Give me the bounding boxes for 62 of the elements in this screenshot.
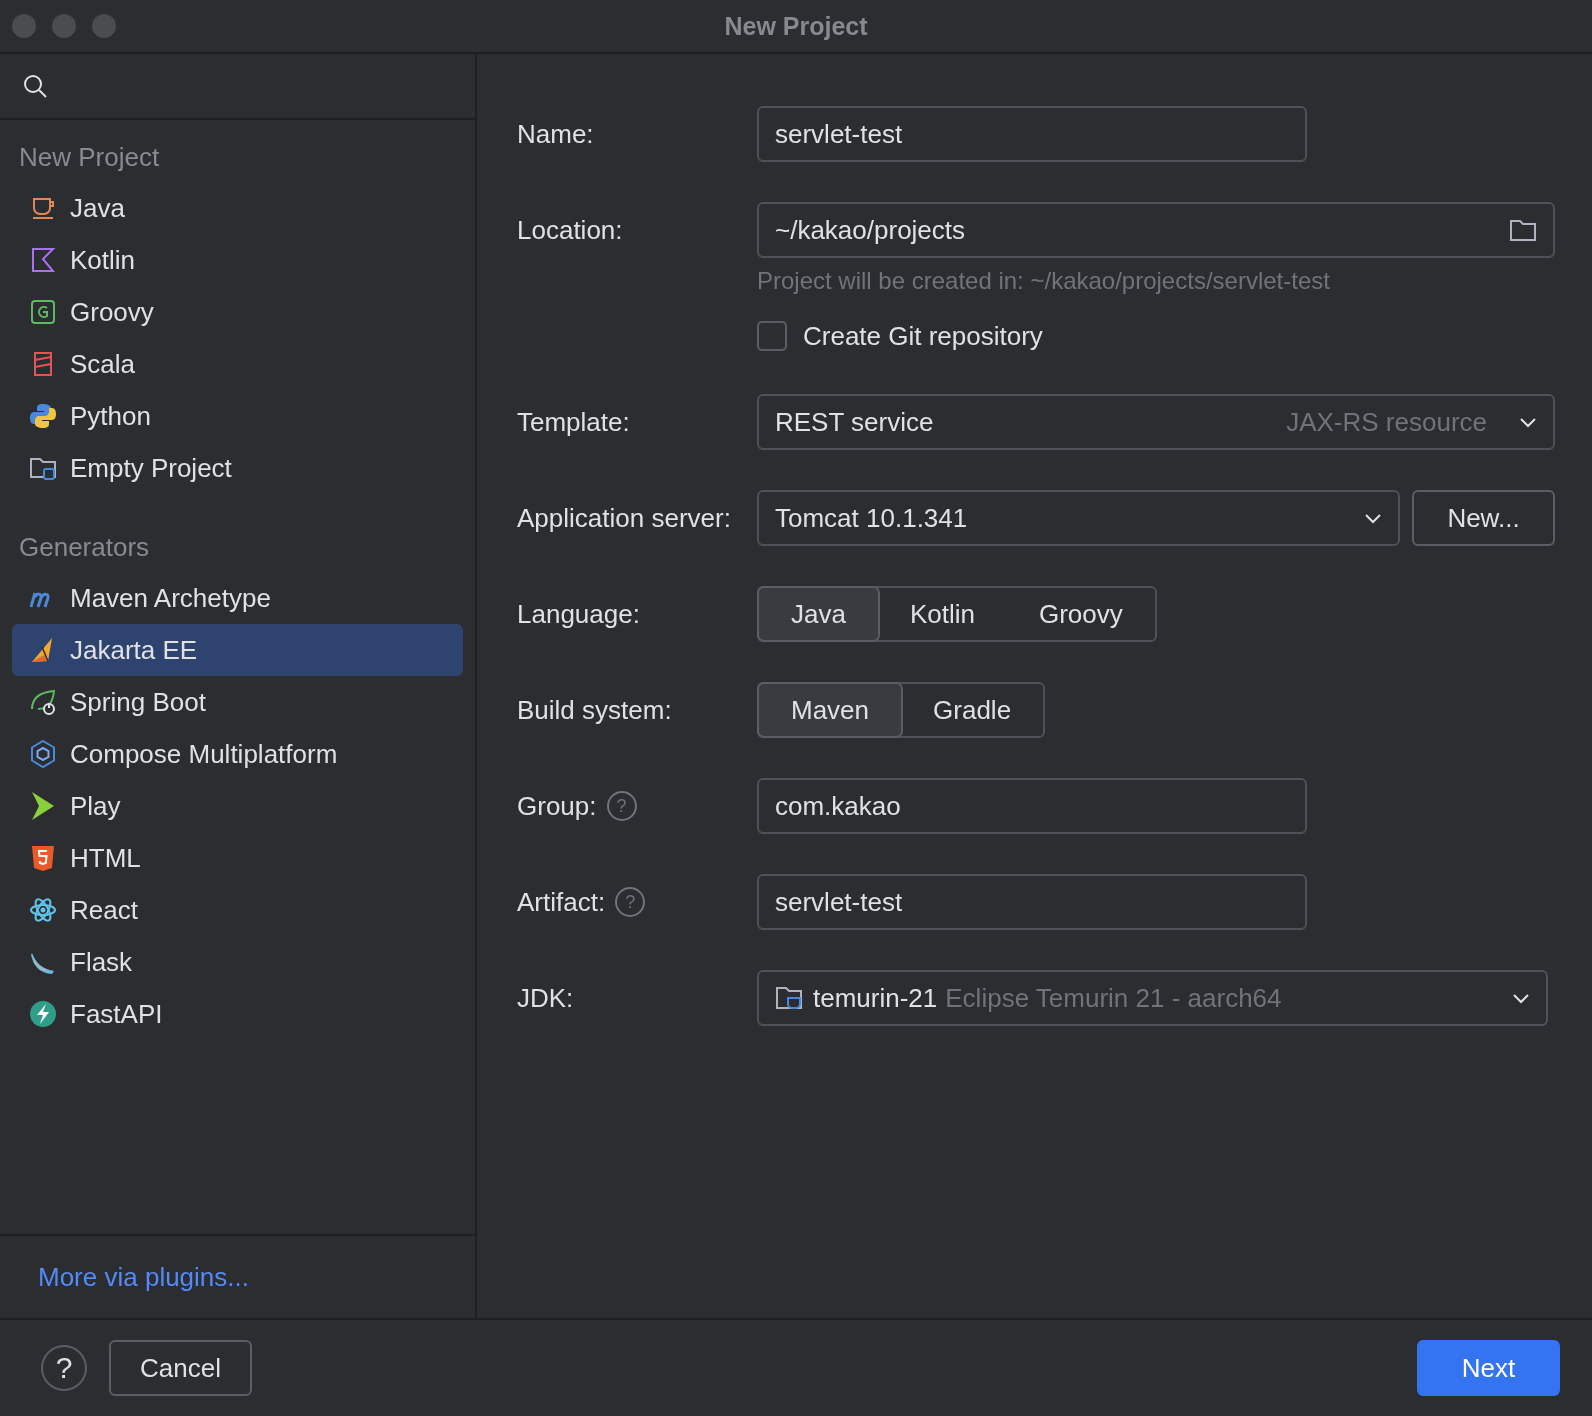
window-title: New Project xyxy=(724,11,868,41)
next-button[interactable]: Next xyxy=(1417,1340,1560,1396)
location-hint: Project will be created in: ~/kakao/projects/servlet-test xyxy=(757,267,1330,295)
template-dropdown[interactable]: REST service JAX-RS resource xyxy=(757,394,1555,450)
chevron-down-icon xyxy=(1512,992,1530,1004)
field-label: Application server: xyxy=(517,502,732,534)
field-label: Language: xyxy=(517,598,641,630)
sidebar-item[interactable]: FastAPI xyxy=(12,988,463,1040)
sidebar-item[interactable]: Spring Boot xyxy=(12,676,463,728)
sidebar-item[interactable]: Play xyxy=(12,780,463,832)
sidebar-item[interactable]: React xyxy=(12,884,463,936)
help-button[interactable]: ? xyxy=(41,1345,87,1391)
sidebar-item[interactable]: Flask xyxy=(12,936,463,988)
sidebar-item[interactable]: Java xyxy=(12,182,463,234)
hexagon-icon xyxy=(28,739,58,769)
letter-g-icon xyxy=(28,297,58,327)
sidebar-item[interactable]: Empty Project xyxy=(12,442,463,494)
cancel-button[interactable]: Cancel xyxy=(109,1340,252,1396)
sidebar-item[interactable]: Groovy xyxy=(12,286,463,338)
field-label: Name: xyxy=(517,118,595,150)
folder-cup-icon xyxy=(775,984,805,1012)
sidebar-item[interactable]: Compose Multiplatform xyxy=(12,728,463,780)
sidebar-item[interactable]: HTML xyxy=(12,832,463,884)
field-label: Build system: xyxy=(517,694,673,726)
jdk-dropdown[interactable]: temurin-21 Eclipse Temurin 21 - aarch64 xyxy=(757,970,1548,1026)
chevron-down-icon xyxy=(1519,416,1537,428)
sidebar-item[interactable]: Maven Archetype xyxy=(12,572,463,624)
build-system-option[interactable]: Gradle xyxy=(901,684,1044,736)
field-label: JDK: xyxy=(517,982,575,1014)
group-field[interactable]: com.kakao xyxy=(757,778,1307,834)
folder-icon[interactable] xyxy=(1509,218,1537,242)
bolt-circle-icon xyxy=(28,999,58,1029)
field-label: Location: xyxy=(517,214,624,246)
section-heading: New Project xyxy=(18,141,161,174)
sidebar-item[interactable]: Jakarta EE xyxy=(12,624,463,676)
build-system-option[interactable]: Maven xyxy=(759,684,902,736)
search-icon[interactable] xyxy=(22,73,48,99)
field-label: Group: xyxy=(517,790,597,822)
chevron-down-icon xyxy=(1364,512,1382,524)
zoom-window-button[interactable] xyxy=(92,14,116,38)
server-dropdown[interactable]: Tomcat 10.1.341 xyxy=(757,490,1400,546)
language-option[interactable]: Java xyxy=(759,588,878,640)
field-label: Template: xyxy=(517,406,631,438)
location-field[interactable]: ~/kakao/projects xyxy=(757,202,1555,258)
sidebar-item[interactable]: Python xyxy=(12,390,463,442)
new-server-button[interactable]: New... xyxy=(1412,490,1555,546)
language-option[interactable]: Groovy xyxy=(1006,588,1155,640)
more-plugins-link[interactable]: More via plugins... xyxy=(38,1261,249,1293)
field-label: Artifact: xyxy=(517,886,606,918)
language-option[interactable]: Kotlin xyxy=(877,588,1007,640)
snake-icon xyxy=(28,401,58,431)
sidebar-item[interactable]: Kotlin xyxy=(12,234,463,286)
name-field[interactable]: servlet-test xyxy=(757,106,1307,162)
git-checkbox[interactable] xyxy=(757,321,787,351)
close-window-button[interactable] xyxy=(12,14,36,38)
section-heading: Generators xyxy=(18,531,151,564)
sidebar-item[interactable]: Scala xyxy=(12,338,463,390)
minimize-window-button[interactable] xyxy=(52,14,76,38)
atom-icon xyxy=(28,895,58,925)
artifact-field[interactable]: servlet-test xyxy=(757,874,1307,930)
checkbox-label: Create Git repository xyxy=(803,320,1043,352)
leaf-power-icon xyxy=(28,687,58,717)
